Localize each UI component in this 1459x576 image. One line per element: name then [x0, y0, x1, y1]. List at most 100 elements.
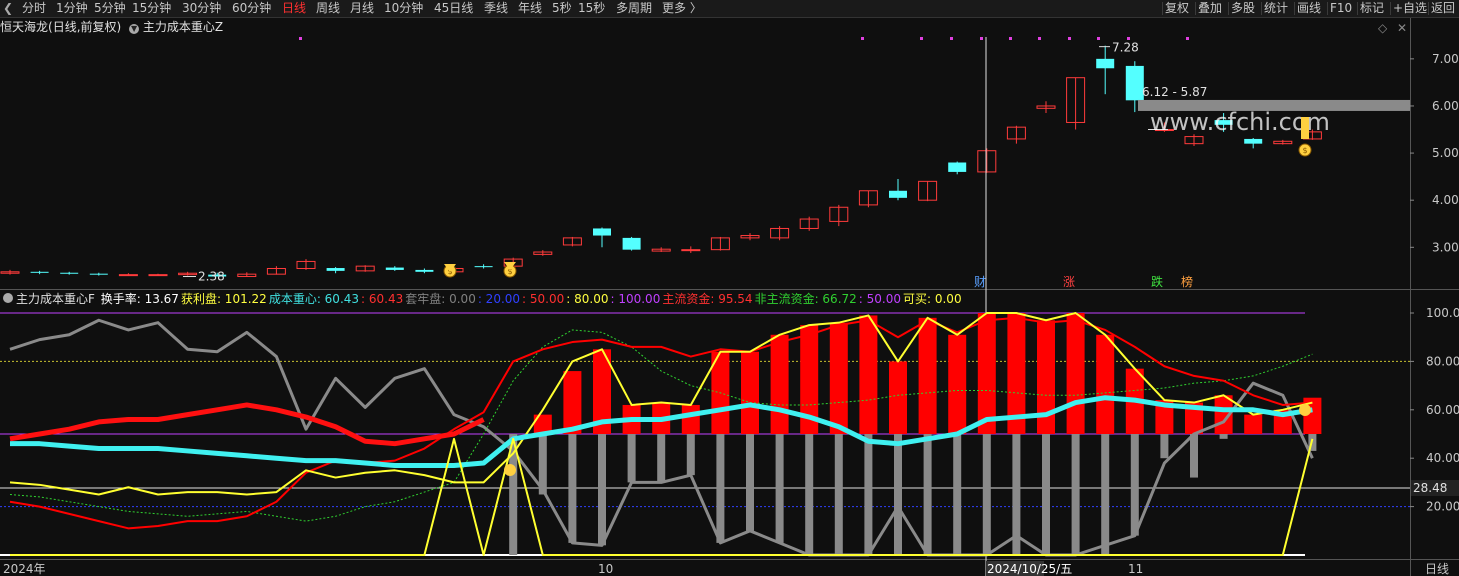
period-tab-7[interactable]: 周线 [316, 0, 340, 17]
series-red-line [9, 316, 1313, 530]
indicator-value-7: : 80.00 [566, 292, 609, 306]
money-bag-symbol: $ [447, 267, 452, 276]
back-arrow-icon[interactable]: ❮ [3, 0, 13, 17]
indicator-value-1: 获利盘: 101.22 [180, 292, 267, 306]
candle-body [1184, 136, 1204, 145]
candle-body [89, 273, 108, 275]
candle-body [1302, 131, 1322, 140]
candle-body [948, 162, 967, 172]
indicator-value-3: : 60.43 [361, 292, 404, 306]
stock-info-bar: 恒天海龙(日线,前复权) ▼ 主力成本重心Z [0, 18, 223, 36]
signal-dot [1038, 37, 1041, 40]
hist-red-bar [800, 325, 819, 434]
hist-gray-bar [923, 434, 932, 555]
period-tab-0[interactable]: 分时 [22, 0, 46, 17]
indicator-name[interactable]: 主力成本重心F [16, 292, 95, 306]
hist-gray-bar [657, 434, 666, 483]
candle-body [444, 268, 464, 273]
candle-body [0, 271, 20, 274]
hist-red-bar [593, 349, 611, 434]
period-tab-9[interactable]: 10分钟 [384, 0, 423, 17]
candle-body [474, 266, 493, 268]
toolbar-button-7[interactable]: +自选 [1393, 0, 1427, 17]
toolbar-divider [1228, 2, 1229, 15]
hist-gray-bar [1308, 434, 1317, 451]
signal-dot [861, 37, 864, 40]
event-zhang: 涨 [1063, 274, 1075, 289]
candle-body [770, 227, 790, 239]
toolbar-button-2[interactable]: 多股 [1231, 0, 1255, 17]
candle-body [681, 249, 701, 252]
money-bag-icon: $ [443, 264, 457, 278]
hist-red-bar [563, 371, 582, 434]
candle-body [799, 218, 819, 229]
toolbar-divider [1162, 2, 1163, 15]
candle-body [562, 237, 582, 246]
period-tab-11[interactable]: 季线 [484, 0, 508, 17]
indicator-value-10: 非主流资金: 66.72 [754, 292, 857, 306]
main-indicator-name[interactable]: 主力成本重心Z [143, 20, 223, 34]
money-bag-icon [503, 264, 517, 278]
candle-body [415, 269, 434, 272]
price-axis-label: 5.00 [1432, 146, 1459, 160]
hist-red-bar [770, 334, 789, 434]
toolbar-button-0[interactable]: 复权 [1165, 0, 1189, 17]
candle-body [1036, 105, 1056, 109]
price-axis-label: 7.00 [1432, 52, 1459, 66]
period-tab-16[interactable]: 更多 〉 [662, 0, 702, 17]
candle-body [740, 235, 760, 239]
candle-body [622, 237, 641, 250]
period-tab-5[interactable]: 60分钟 [232, 0, 271, 17]
period-tab-1[interactable]: 1分钟 [56, 0, 88, 17]
period-tab-4[interactable]: 30分钟 [182, 0, 221, 17]
event-bang: 榜 [1181, 274, 1193, 289]
period-tab-6[interactable]: 日线 [282, 0, 306, 17]
indicator-value-4: 套牢盘: 0.00 [405, 292, 476, 306]
period-tab-10[interactable]: 45日线 [434, 0, 473, 17]
hist-gray-bar [746, 434, 754, 531]
period-tab-12[interactable]: 年线 [518, 0, 542, 17]
period-tab-15[interactable]: 多周期 [616, 0, 652, 17]
candle-body [533, 251, 553, 255]
money-bag-icon [1298, 143, 1312, 157]
period-tab-2[interactable]: 5分钟 [94, 0, 126, 17]
candle-body [651, 248, 671, 252]
resistance-band [1138, 99, 1410, 111]
period-tab-14[interactable]: 15秒 [578, 0, 605, 17]
smiley-icon [1299, 404, 1311, 416]
hist-gray-bar [568, 434, 577, 543]
toolbar-button-8[interactable]: 返回 [1431, 0, 1455, 17]
hist-red-bar [741, 351, 759, 434]
hist-red-bar [1214, 395, 1233, 434]
toolbar-button-5[interactable]: F10 [1330, 0, 1352, 17]
hist-gray-bar [1219, 434, 1228, 439]
dropdown-circle-icon[interactable]: ▼ [129, 24, 140, 34]
period-tab-8[interactable]: 月线 [350, 0, 374, 17]
hist-gray-bar [1130, 434, 1139, 536]
period-tab-3[interactable]: 15分钟 [132, 0, 171, 17]
candle-body [148, 274, 168, 277]
hist-red-bar [1155, 400, 1174, 434]
hist-gray-bar [1190, 434, 1198, 478]
toolbar-button-6[interactable]: 标记 [1360, 0, 1384, 17]
toolbar-divider [1390, 2, 1391, 15]
toolbar-button-3[interactable]: 统计 [1264, 0, 1288, 17]
watermark: www.cfchi.com [1150, 108, 1330, 136]
candle-body [1214, 120, 1233, 125]
hist-gray-bar [953, 434, 962, 555]
signal-dot [1068, 37, 1071, 40]
toolbar-button-4[interactable]: 画线 [1297, 0, 1321, 17]
toolbar-button-1[interactable]: 叠加 [1198, 0, 1222, 17]
indicator-value-8: : 100.00 [610, 292, 661, 306]
hist-gray-bar [982, 434, 991, 555]
candle-body [858, 190, 878, 206]
period-tab-13[interactable]: 5秒 [552, 0, 572, 17]
dropdown-circle-icon[interactable] [3, 293, 13, 303]
stock-mode: (日线,前复权) [48, 20, 122, 34]
kline-chart: 7.00 6.00 5.00 4.00 3.00 100.0 80.00 60.00 40.00… [0, 18, 1459, 576]
hourglass-icon [444, 264, 456, 272]
stock-name[interactable]: 恒天海龙 [0, 20, 48, 34]
indicator-value-0: 换手率: 13.67 [100, 292, 179, 306]
hist-gray-bar [627, 434, 636, 483]
hist-red-bar [1037, 320, 1055, 434]
